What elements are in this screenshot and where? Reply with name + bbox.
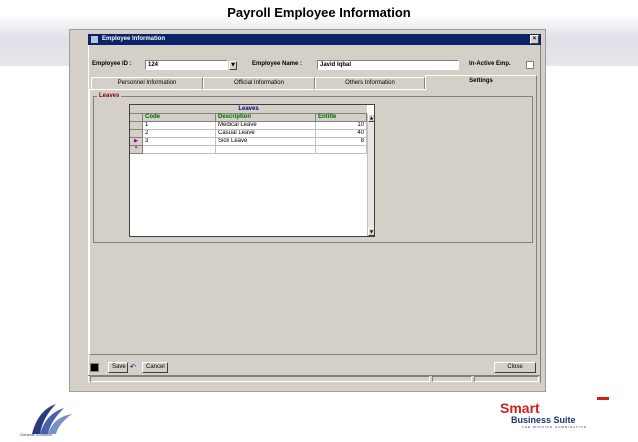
chevron-down-icon[interactable]: ▼: [229, 61, 237, 70]
left-logo-caption: Genesis Solutions: [20, 432, 53, 437]
employee-name-label: Employee Name :: [252, 61, 303, 67]
employee-id-select[interactable]: 124: [145, 60, 228, 70]
logo-tagline: THE WINNING COMBINATION: [522, 425, 587, 429]
tab-others-information[interactable]: Others Information: [315, 77, 425, 89]
cancel-button[interactable]: Cancel: [142, 362, 168, 373]
undo-icon: ↶: [130, 363, 136, 371]
tab-official-information[interactable]: Official Information: [203, 77, 315, 89]
close-button[interactable]: Close: [494, 362, 536, 373]
inactive-label: In-Active Emp.: [469, 61, 511, 67]
employee-id-label: Employee ID :: [92, 61, 132, 67]
window-title-bar: Employee Information ×: [88, 34, 541, 45]
brand-accent-mark: [597, 397, 609, 400]
logo-smart-text: Smart: [500, 400, 540, 416]
window-title: Employee Information: [102, 36, 166, 42]
tab-personnel-information[interactable]: Personnel Information: [91, 77, 203, 89]
inactive-checkbox[interactable]: [526, 61, 534, 69]
employee-name-field[interactable]: Javid Iqbal: [317, 60, 459, 70]
leaves-group-label: Leaves: [97, 93, 122, 100]
tab-settings[interactable]: Settings: [425, 75, 537, 90]
smart-business-suite-logo: Smart Business Suite THE WINNING COMBINA…: [500, 401, 587, 429]
slide-title: Payroll Employee Information: [227, 5, 411, 20]
save-icon: [90, 363, 99, 372]
app-icon: [91, 36, 98, 43]
settings-tab-panel: [89, 89, 537, 355]
save-button[interactable]: Save: [108, 362, 128, 373]
status-segment: [474, 376, 539, 382]
close-icon[interactable]: ×: [530, 35, 539, 44]
status-segment: [90, 376, 430, 382]
status-segment: [432, 376, 472, 382]
logo-suite-text: Business Suite: [511, 415, 576, 425]
